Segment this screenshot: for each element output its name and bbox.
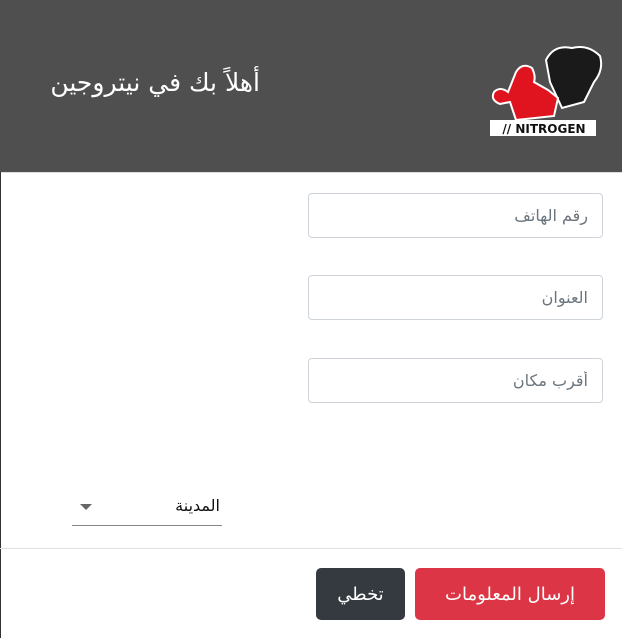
svg-text:// NITROGEN: // NITROGEN [502,122,585,136]
skip-button[interactable]: تخطي [316,568,405,620]
modal-title: أهلاً بك في نيتروجين [50,68,260,97]
city-select[interactable]: المدينة [72,490,222,526]
footer-divider [0,548,622,549]
window-edge [0,172,1,638]
landmark-input[interactable] [308,358,603,403]
phone-input[interactable] [308,193,603,238]
nitrogen-logo: // NITROGEN [490,46,603,136]
send-info-button[interactable]: إرسال المعلومات [415,568,605,620]
address-input[interactable] [308,275,603,320]
modal-header: أهلاً بك في نيتروجين // NITROGEN [0,0,622,173]
city-select-value: المدينة [175,496,220,515]
caret-down-icon [80,504,92,510]
